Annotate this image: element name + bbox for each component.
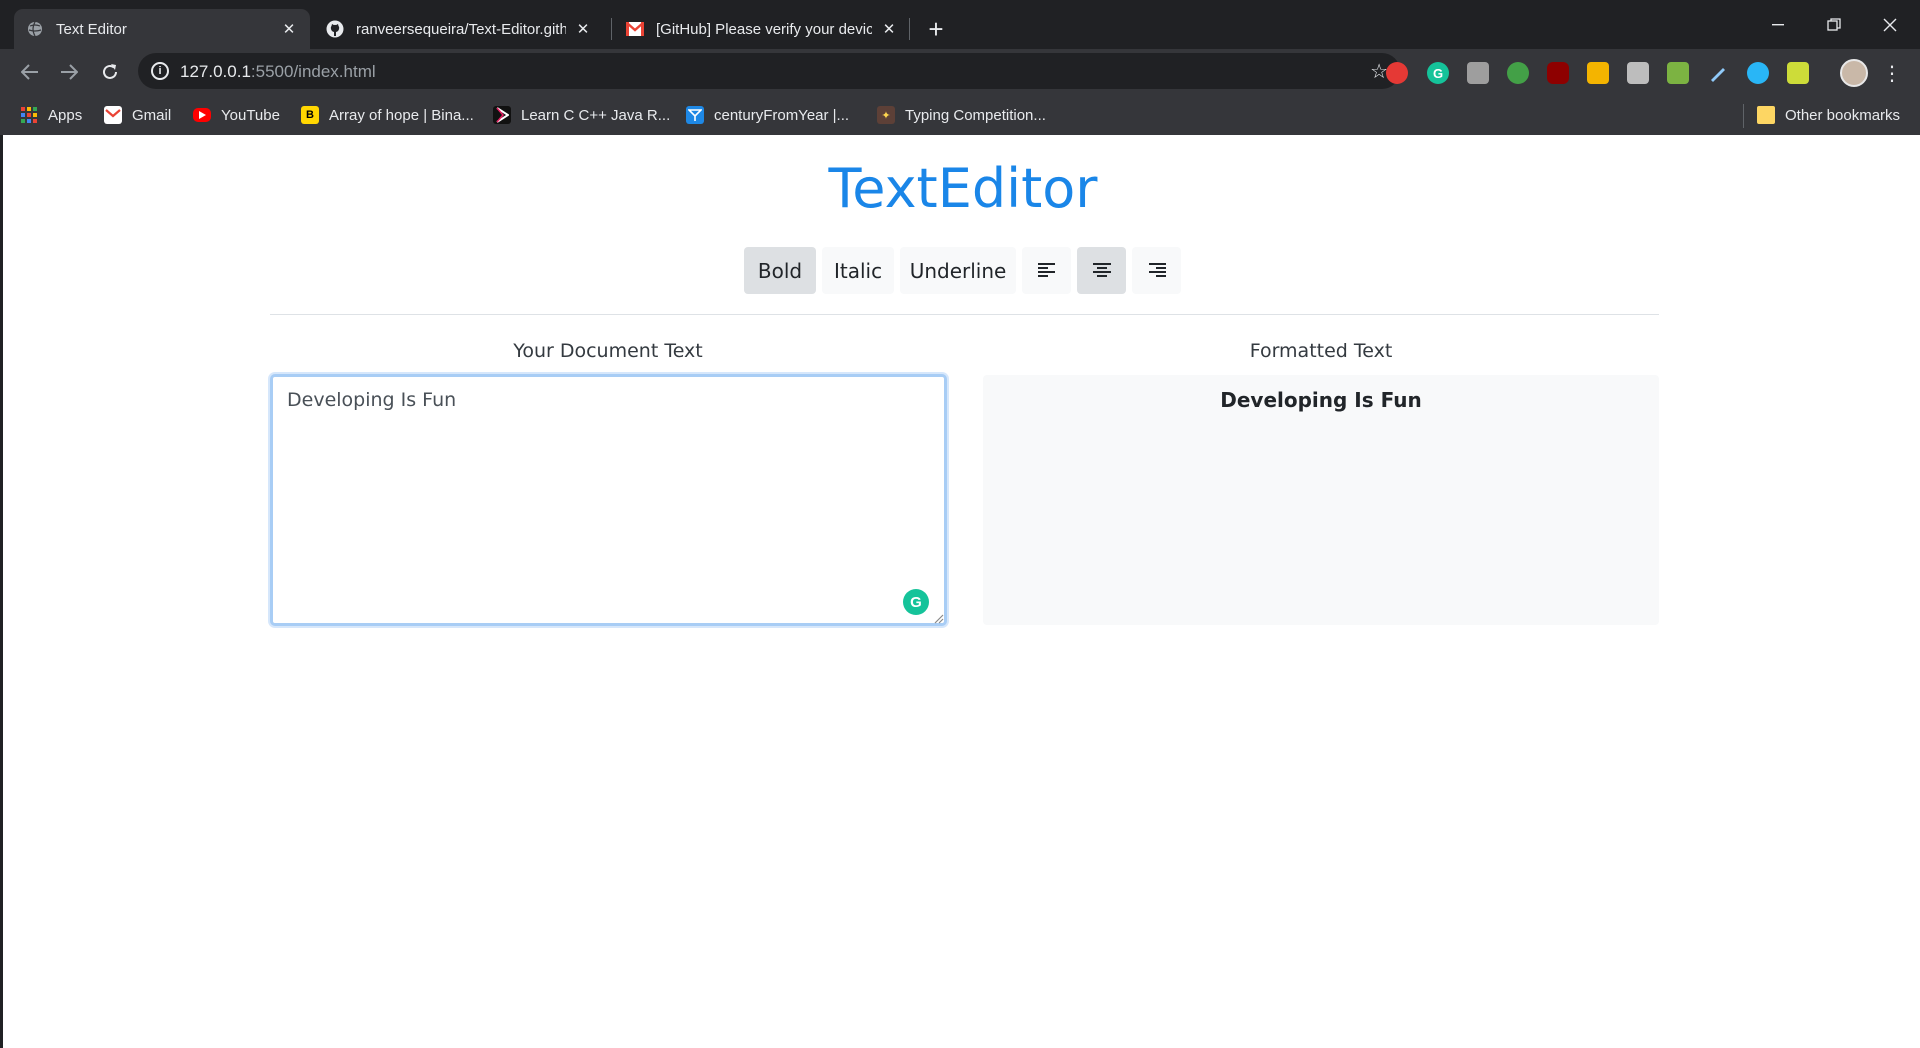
bookmark-youtube[interactable]: YouTube [193, 104, 280, 126]
tab-strip: Text Editor ✕ ranveersequeira/Text-Edito… [0, 0, 1920, 49]
document-textarea[interactable] [270, 374, 947, 626]
tab-text-editor[interactable]: Text Editor ✕ [14, 9, 310, 49]
kebab-menu-icon[interactable]: ⋮ [1882, 59, 1902, 87]
back-arrow-icon[interactable] [14, 56, 46, 88]
address-bar[interactable]: i 127.0.0.1:5500/index.html ☆ [138, 53, 1400, 89]
apps-grid-icon [20, 106, 38, 124]
minimize-icon[interactable] [1752, 8, 1804, 42]
italic-button[interactable]: Italic [822, 247, 894, 294]
gmail-icon [104, 106, 122, 124]
ext-lime-icon[interactable] [1787, 62, 1809, 84]
align-center-icon [1092, 259, 1111, 283]
bookmark-other[interactable]: Other bookmarks [1757, 104, 1900, 126]
ext-red-hand-icon[interactable] [1386, 62, 1408, 84]
close-icon[interactable]: ✕ [574, 20, 592, 38]
document-text-label: Your Document Text [513, 340, 703, 362]
github-icon [326, 20, 344, 38]
play-icon [493, 106, 511, 124]
tab-separator [909, 18, 910, 40]
align-right-icon [1148, 259, 1166, 283]
gmail-icon [626, 20, 644, 38]
close-window-icon[interactable] [1864, 8, 1916, 42]
ext-gray-icon[interactable] [1467, 62, 1489, 84]
tab-separator [611, 18, 612, 40]
ext-infinity-icon[interactable] [1747, 62, 1769, 84]
bookmark-apps[interactable]: Apps [20, 104, 82, 126]
tab-github[interactable]: ranveersequeira/Text-Editor.githu ✕ [314, 9, 604, 49]
divider [270, 314, 1659, 315]
resize-handle-icon[interactable] [932, 611, 944, 624]
tab-gmail[interactable]: [GitHub] Please verify your devic ✕ [614, 9, 910, 49]
format-toolbar: Bold Italic Underline [744, 247, 1181, 294]
ext-android-icon[interactable] [1667, 62, 1689, 84]
youtube-icon [193, 108, 211, 122]
grammarly-icon[interactable]: G [903, 589, 929, 615]
page-title: TextEditor [828, 157, 1098, 220]
tab-title: ranveersequeira/Text-Editor.githu [356, 20, 566, 38]
reload-icon[interactable] [94, 56, 126, 88]
browser-toolbar: i 127.0.0.1:5500/index.html ☆ G ⋮ [0, 49, 1920, 95]
b-icon: B [301, 106, 319, 124]
restore-icon[interactable] [1808, 8, 1860, 42]
align-right-button[interactable] [1132, 247, 1181, 294]
avatar[interactable] [1840, 59, 1868, 87]
bookmark-typing[interactable]: ✦ Typing Competition... [877, 104, 1046, 126]
formatted-text-label: Formatted Text [1249, 340, 1393, 362]
url-text: 127.0.0.1:5500/index.html [180, 62, 376, 81]
align-center-button[interactable] [1077, 247, 1126, 294]
tab-title: [GitHub] Please verify your devic [656, 20, 872, 38]
formatted-preview: Developing Is Fun [983, 375, 1659, 625]
codesignal-icon [686, 106, 704, 124]
page-content: TextEditor Bold Italic Underline Your Do… [0, 135, 1920, 1048]
bookmark-gmail[interactable]: Gmail [104, 104, 171, 126]
underline-button[interactable]: Underline [900, 247, 1016, 294]
bookmark-learn-c[interactable]: Learn C C++ Java R... [493, 104, 670, 126]
typing-icon: ✦ [877, 106, 895, 124]
align-left-button[interactable] [1022, 247, 1071, 294]
forward-arrow-icon[interactable] [53, 56, 85, 88]
bold-button[interactable]: Bold [744, 247, 816, 294]
new-tab-button[interactable]: + [920, 13, 952, 45]
tab-title: Text Editor [56, 20, 127, 38]
globe-icon [26, 20, 44, 38]
ext-clipboard-icon[interactable] [1627, 62, 1649, 84]
browser-chrome: Text Editor ✕ ranveersequeira/Text-Edito… [0, 0, 1920, 135]
ublock-icon[interactable] [1547, 62, 1569, 84]
bookmarks-bar: Apps Gmail YouTube B Array of hope | Bin… [0, 95, 1920, 135]
bookmark-codesignal[interactable]: centuryFromYear |... [686, 104, 849, 126]
ext-yellow-icon[interactable] [1587, 62, 1609, 84]
close-icon[interactable]: ✕ [880, 20, 898, 38]
close-icon[interactable]: ✕ [280, 20, 298, 38]
align-left-icon [1037, 259, 1056, 283]
bookmarks-separator [1743, 104, 1744, 128]
info-icon[interactable]: i [151, 62, 169, 80]
ext-pen-icon[interactable] [1707, 62, 1729, 84]
grammarly-icon[interactable]: G [1427, 62, 1449, 84]
folder-icon [1757, 106, 1775, 124]
ext-green-icon[interactable] [1507, 62, 1529, 84]
bookmark-array-of-hope[interactable]: B Array of hope | Bina... [301, 104, 474, 126]
